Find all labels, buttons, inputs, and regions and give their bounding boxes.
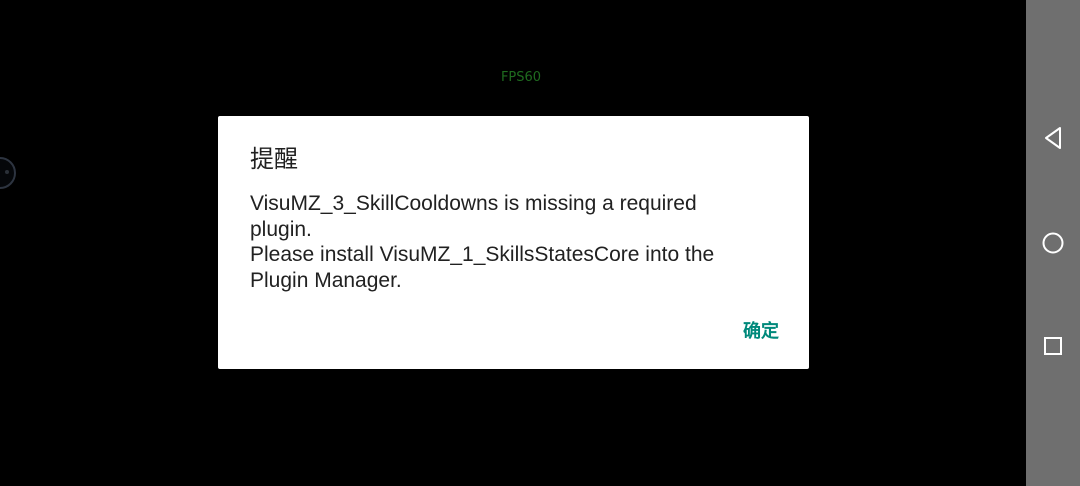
confirm-button[interactable]: 确定 bbox=[743, 317, 779, 347]
home-button[interactable] bbox=[1026, 216, 1080, 270]
system-navigation-bar bbox=[1026, 0, 1080, 486]
dialog-message: VisuMZ_3_SkillCooldowns is missing a req… bbox=[250, 191, 770, 293]
dialog-message-line: VisuMZ_3_SkillCooldowns is missing a req… bbox=[250, 192, 697, 215]
back-triangle-icon bbox=[1045, 127, 1061, 149]
recents-button[interactable] bbox=[1026, 319, 1080, 373]
alert-dialog: 提醒 VisuMZ_3_SkillCooldowns is missing a … bbox=[218, 116, 809, 369]
dialog-message-line: Plugin Manager. bbox=[250, 268, 402, 292]
home-circle-icon bbox=[1042, 232, 1064, 254]
dialog-message-line: plugin. bbox=[250, 217, 312, 241]
screen: FPS60 提醒 VisuMZ_3_SkillCooldowns is miss… bbox=[0, 0, 1080, 486]
recents-square-icon bbox=[1044, 337, 1062, 355]
back-button[interactable] bbox=[1026, 111, 1080, 165]
floating-menu-button[interactable] bbox=[0, 157, 16, 189]
dialog-message-line: Please install VisuMZ_1_SkillsStatesCore… bbox=[250, 243, 715, 266]
fps-counter: FPS60 bbox=[500, 70, 542, 85]
dialog-title: 提醒 bbox=[250, 145, 298, 173]
